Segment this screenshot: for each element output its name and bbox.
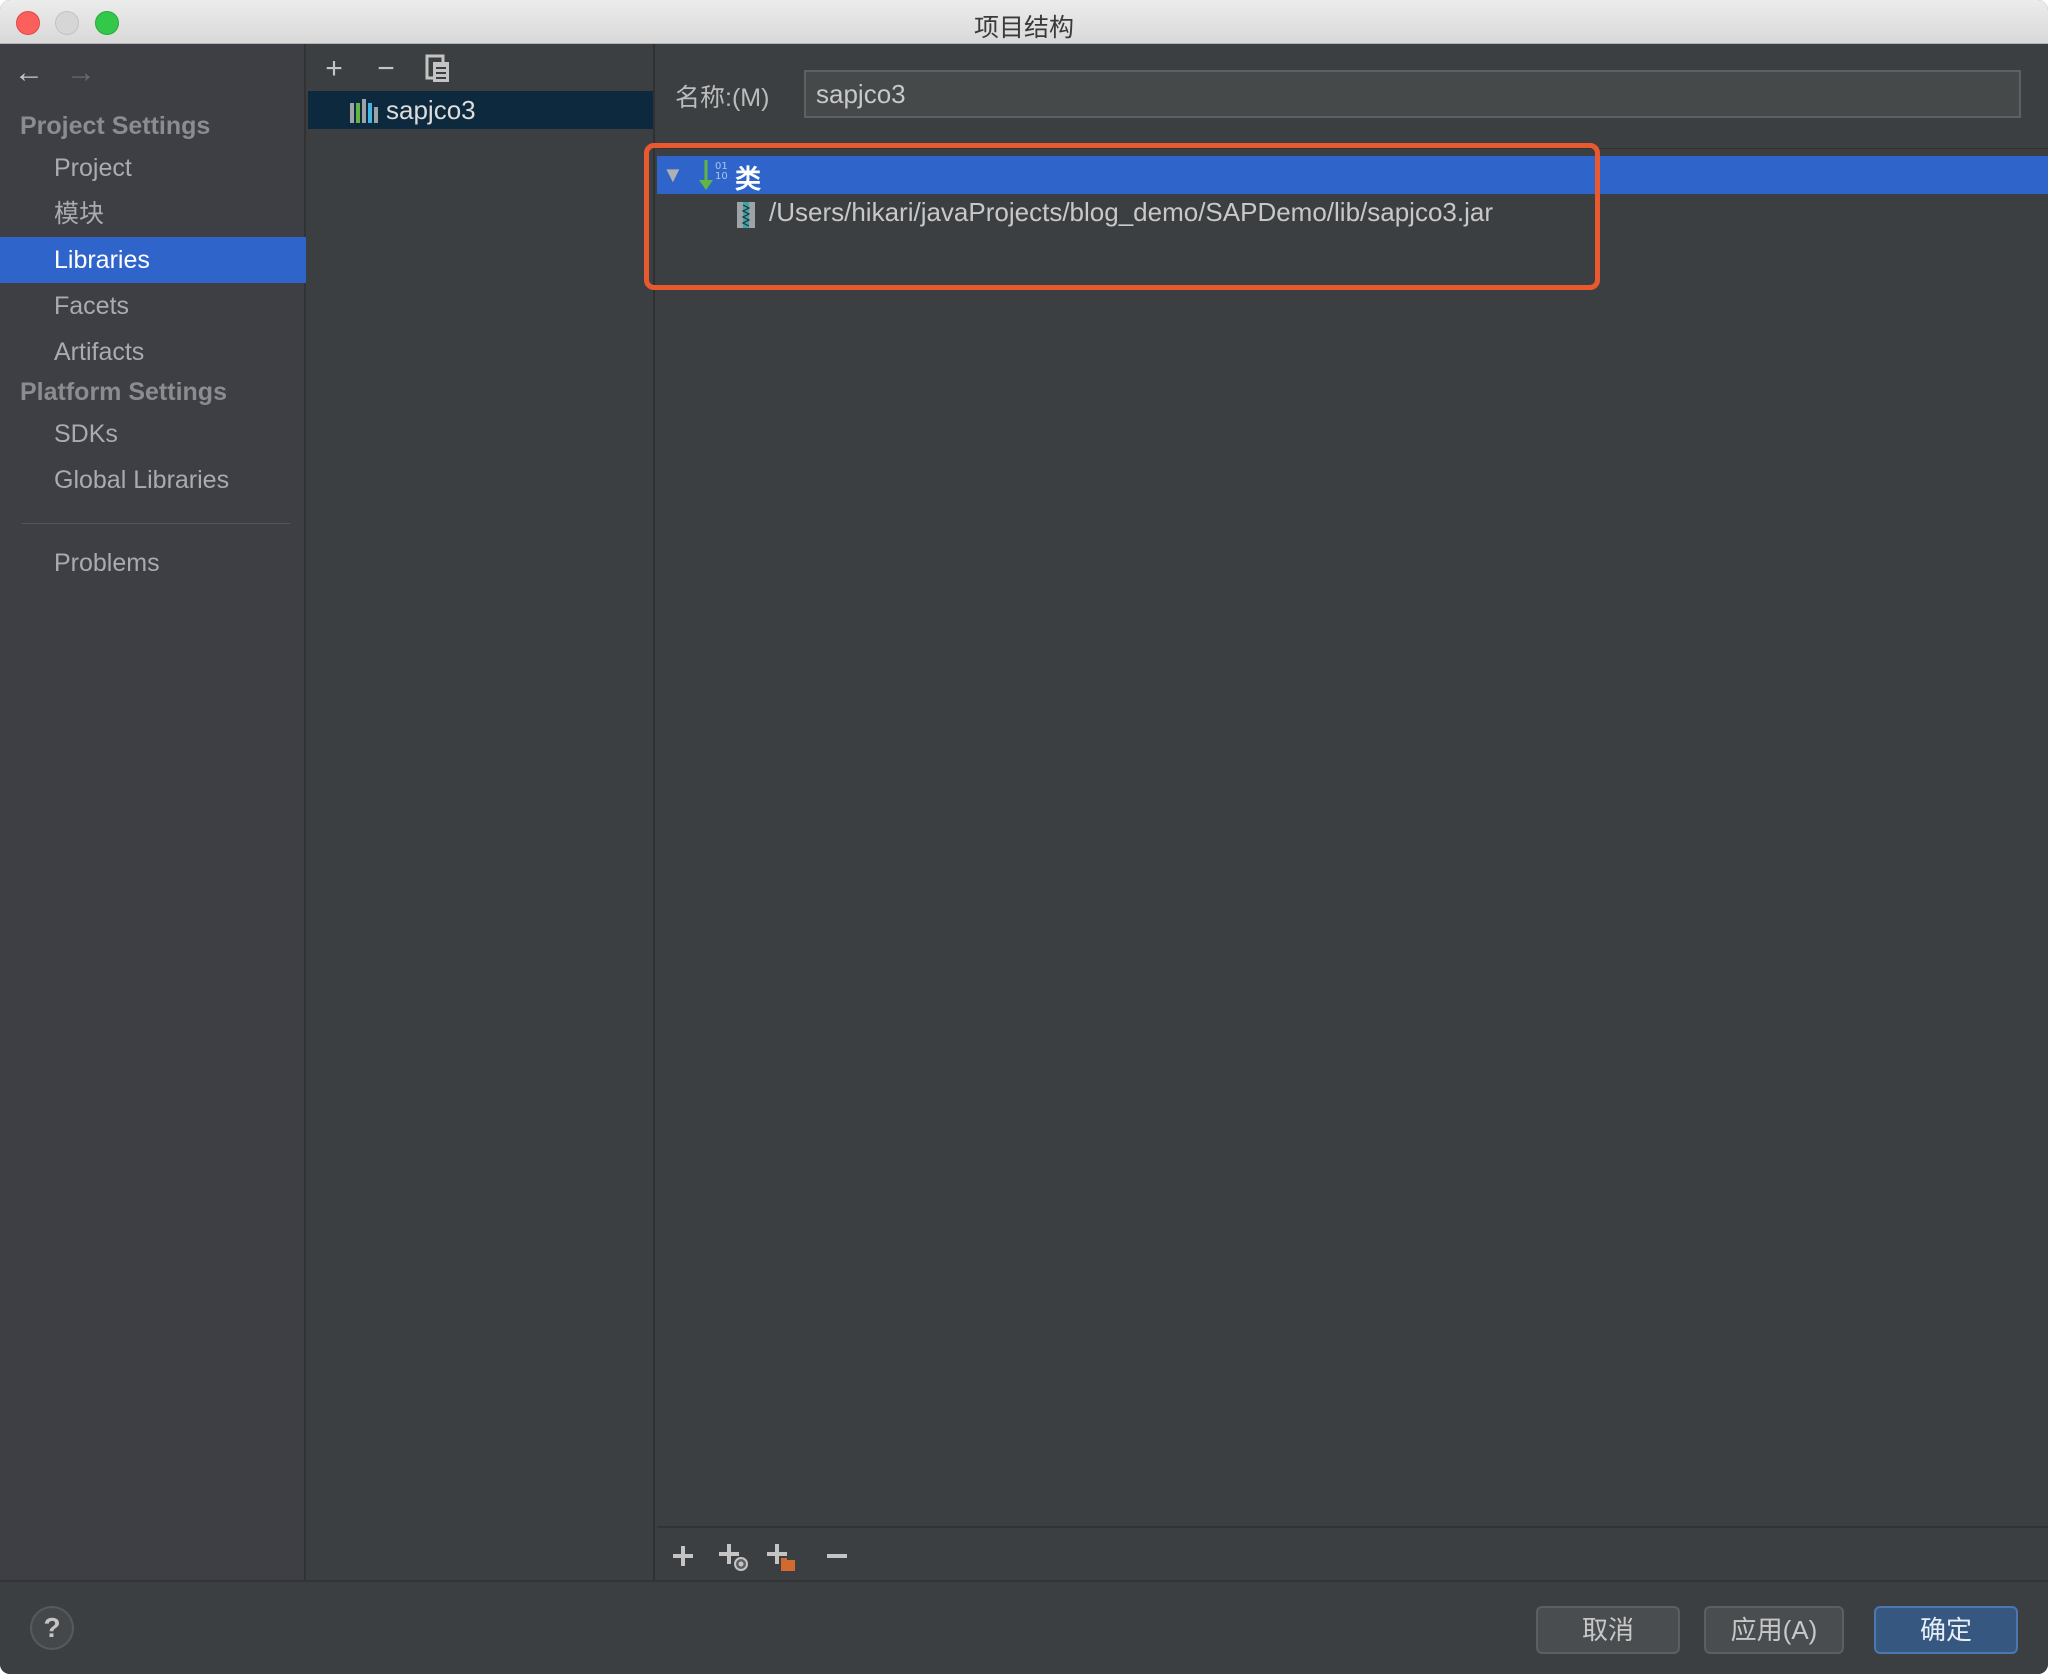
ok-button[interactable]: 确定 xyxy=(1874,1606,2018,1654)
expand-toggle-icon[interactable]: ▼ xyxy=(662,162,684,188)
sidebar-item-project[interactable]: Project xyxy=(0,145,306,191)
dialog-footer: ? 取消 应用(A) 确定 xyxy=(0,1580,2048,1674)
tree-node-classes[interactable]: ▼ 01 10 类 xyxy=(657,156,2048,194)
arrow-left-icon[interactable]: ← xyxy=(14,56,44,90)
add-icon[interactable]: + xyxy=(319,54,349,84)
libraries-list-panel: + − sapjco3 xyxy=(308,44,655,1580)
svg-text:10: 10 xyxy=(715,171,728,182)
sidebar-item-artifacts[interactable]: Artifacts xyxy=(0,329,306,375)
settings-sidebar: ← → Project Settings Project 模块 Librarie… xyxy=(0,44,306,1580)
remove-icon[interactable]: − xyxy=(371,54,401,84)
sidebar-divider xyxy=(22,523,290,524)
library-detail-panel: 名称:(M) ▼ 01 10 类 xyxy=(644,44,2048,1580)
classes-root-icon: 01 10 xyxy=(698,158,732,192)
sidebar-item-sdks[interactable]: SDKs xyxy=(0,411,306,457)
jar-path: /Users/hikari/javaProjects/blog_demo/SAP… xyxy=(769,197,1493,227)
copy-icon[interactable] xyxy=(423,54,453,84)
remove-icon[interactable] xyxy=(823,1540,855,1572)
sidebar-item-global-libraries[interactable]: Global Libraries xyxy=(0,457,306,503)
cancel-button[interactable]: 取消 xyxy=(1536,1606,1680,1654)
apply-button[interactable]: 应用(A) xyxy=(1704,1606,1844,1654)
library-name-input[interactable] xyxy=(804,70,2021,118)
library-list-item[interactable]: sapjco3 xyxy=(308,91,653,129)
name-label: 名称:(M) xyxy=(675,84,770,112)
project-structure-dialog: 项目结构 ← → Project Settings Project 模块 Lib… xyxy=(0,0,2048,1674)
tree-node-jar[interactable]: /Users/hikari/javaProjects/blog_demo/SAP… xyxy=(657,194,2048,232)
library-name: sapjco3 xyxy=(386,95,476,125)
help-button[interactable]: ? xyxy=(30,1606,74,1650)
add-icon[interactable] xyxy=(669,1540,701,1572)
title-bar: 项目结构 xyxy=(0,0,2048,44)
sidebar-item-libraries[interactable]: Libraries xyxy=(0,237,306,283)
sidebar-item-problems[interactable]: Problems xyxy=(0,540,306,586)
add-folder-icon[interactable] xyxy=(765,1540,797,1572)
sidebar-item-facets[interactable]: Facets xyxy=(0,283,306,329)
window-title: 项目结构 xyxy=(973,14,1074,42)
arrow-right-icon[interactable]: → xyxy=(66,56,96,90)
sidebar-item-modules[interactable]: 模块 xyxy=(0,191,306,237)
section-header-platform-settings: Platform Settings xyxy=(20,378,227,406)
separator xyxy=(657,148,2048,149)
library-icon xyxy=(350,99,380,123)
add-url-icon[interactable] xyxy=(717,1540,749,1572)
toolbar-separator xyxy=(657,1526,2048,1528)
section-header-project-settings: Project Settings xyxy=(20,112,211,140)
jar-archive-icon xyxy=(737,202,755,228)
tree-node-label: 类 xyxy=(735,164,762,194)
